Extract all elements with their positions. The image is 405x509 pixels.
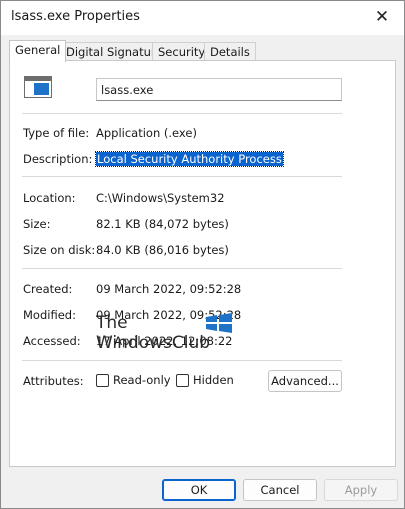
created-label: Created:: [23, 282, 73, 296]
type-of-file-value: Application (.exe): [96, 126, 197, 140]
window-title: lsass.exe Properties: [11, 9, 140, 24]
readonly-label: Read-only: [113, 373, 171, 387]
attributes-label: Attributes:: [23, 374, 84, 388]
location-label: Location:: [23, 191, 76, 205]
advanced-button[interactable]: Advanced...: [268, 370, 342, 392]
application-file-icon: [24, 76, 52, 98]
file-name-input[interactable]: [96, 78, 342, 101]
readonly-checkbox[interactable]: [96, 373, 109, 387]
location-value[interactable]: C:\Windows\System32: [96, 191, 225, 205]
tab-security[interactable]: Security: [152, 42, 212, 61]
size-on-disk-label: Size on disk:: [23, 243, 96, 257]
modified-value: 09 March 2022, 09:52:28: [96, 308, 242, 322]
tab-general[interactable]: General: [9, 40, 67, 62]
cancel-button[interactable]: Cancel: [243, 479, 317, 501]
separator: [22, 113, 342, 114]
separator: [22, 360, 342, 361]
created-value: 09 March 2022, 09:52:28: [96, 282, 242, 296]
size-on-disk-value: 84.0 KB (86,016 bytes): [96, 243, 229, 257]
apply-button[interactable]: Apply: [324, 479, 398, 501]
readonly-checkbox-row[interactable]: Read-only: [96, 373, 171, 387]
type-of-file-label: Type of file:: [23, 126, 90, 140]
accessed-label: Accessed:: [23, 334, 81, 348]
description-label: Description:: [23, 152, 93, 166]
modified-label: Modified:: [23, 308, 76, 322]
separator: [22, 176, 342, 177]
size-label: Size:: [23, 217, 51, 231]
separator: [22, 268, 342, 269]
hidden-label: Hidden: [193, 373, 234, 387]
hidden-checkbox[interactable]: [176, 373, 189, 387]
general-tab-panel: Type of file: Application (.exe) Descrip…: [9, 60, 396, 467]
accessed-value: 17 April 2022, 12:08:22: [96, 334, 233, 348]
size-value: 82.1 KB (84,072 bytes): [96, 217, 229, 231]
title-bar: lsass.exe Properties ✕: [1, 1, 404, 35]
ok-button[interactable]: OK: [162, 479, 236, 501]
tab-details[interactable]: Details: [204, 42, 256, 61]
properties-window: lsass.exe Properties ✕ General Digital S…: [0, 0, 405, 509]
close-icon: ✕: [374, 7, 390, 27]
description-value[interactable]: Local Security Authority Process: [95, 151, 284, 167]
close-button[interactable]: ✕: [360, 1, 404, 33]
hidden-checkbox-row[interactable]: Hidden: [176, 373, 234, 387]
